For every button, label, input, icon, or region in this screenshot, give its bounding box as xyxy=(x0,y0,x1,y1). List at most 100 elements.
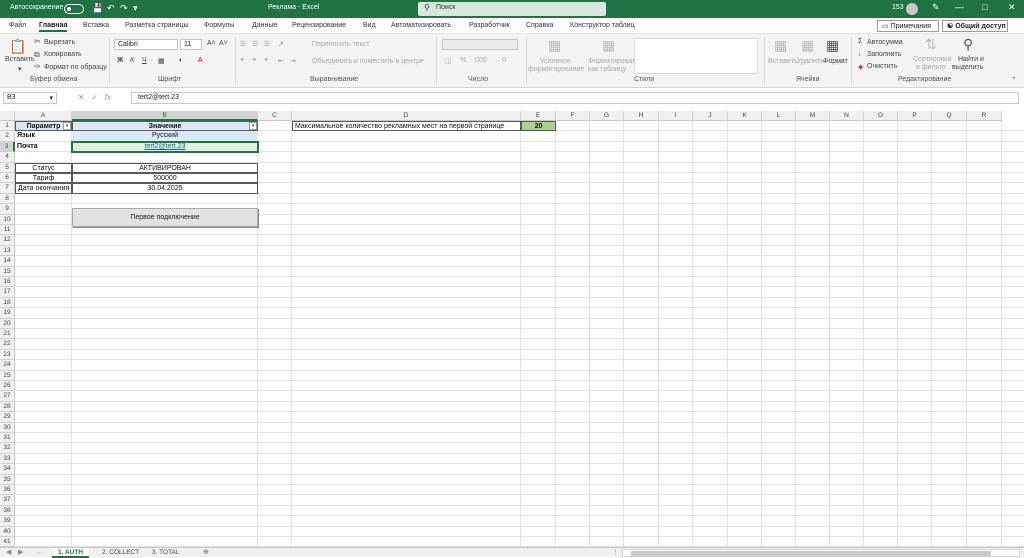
column-header-b[interactable]: B xyxy=(72,111,258,121)
row-header-12[interactable]: 12 xyxy=(0,235,15,245)
collapse-ribbon-icon[interactable]: ⌃ xyxy=(1011,76,1017,84)
comments-button[interactable]: ▭ Примечания xyxy=(877,20,939,32)
tab-home[interactable]: Главная xyxy=(39,22,67,32)
format-painter-icon[interactable]: ✑ xyxy=(34,62,41,71)
column-header-h[interactable]: H xyxy=(624,111,659,121)
fill-icon[interactable]: ↓ xyxy=(858,51,862,58)
align-bottom-icon[interactable]: ☰ xyxy=(264,40,270,48)
paste-icon[interactable]: 📋 xyxy=(9,38,26,55)
column-header-o[interactable]: O xyxy=(864,111,898,121)
row-header-3[interactable]: 3 xyxy=(0,142,15,152)
font-name-select[interactable]: Calibri xyxy=(114,39,178,50)
tab-file[interactable]: Файл xyxy=(9,22,26,29)
bold-icon[interactable]: Ж xyxy=(117,57,123,64)
italic-icon[interactable]: К xyxy=(130,57,134,64)
autosave-toggle[interactable] xyxy=(64,4,84,14)
conditional-format-icon[interactable]: ▦ xyxy=(548,37,561,54)
row-header-36[interactable]: 36 xyxy=(0,485,15,495)
minimize-icon[interactable]: — xyxy=(955,2,964,12)
avatar[interactable] xyxy=(906,3,918,15)
font-size-select[interactable]: 11 xyxy=(180,39,202,50)
name-box[interactable]: B3▾ xyxy=(3,92,57,104)
row-header-40[interactable]: 40 xyxy=(0,527,15,537)
row-header-11[interactable]: 11 xyxy=(0,225,15,235)
format-cells-icon[interactable]: ▦ xyxy=(826,37,839,54)
autosum-icon[interactable]: Σ xyxy=(858,38,862,45)
column-header-j[interactable]: J xyxy=(693,111,728,121)
underline-icon[interactable]: Ч xyxy=(142,57,147,64)
name-box-dropdown-icon[interactable]: ▾ xyxy=(49,94,53,102)
cut-icon[interactable]: ✂ xyxy=(34,37,41,46)
column-header-e[interactable]: E xyxy=(521,111,556,121)
row-header-16[interactable]: 16 xyxy=(0,277,15,287)
cut-button[interactable]: Вырезать xyxy=(44,39,75,46)
column-header-c[interactable]: C xyxy=(258,111,292,121)
row-header-15[interactable]: 15 xyxy=(0,267,15,277)
select-all-corner[interactable] xyxy=(0,111,15,121)
row-header-9[interactable]: 9 xyxy=(0,204,15,214)
number-format-select[interactable] xyxy=(442,39,518,50)
copy-icon[interactable]: ⧉ xyxy=(34,50,40,60)
cell-a3[interactable]: Почта xyxy=(15,142,72,152)
borders-icon[interactable]: ▦ xyxy=(158,57,165,65)
row-header-28[interactable]: 28 xyxy=(0,402,15,412)
tab-data[interactable]: Данные xyxy=(252,22,277,29)
tab-formulas[interactable]: Формулы xyxy=(204,22,234,29)
tab-developer[interactable]: Разработчик xyxy=(469,22,510,29)
insert-cells-button[interactable]: Вставить xyxy=(768,58,798,65)
comma-style-icon[interactable]: 000 xyxy=(475,57,487,64)
share-button[interactable]: ☯ Общий доступ xyxy=(942,20,1008,32)
grow-font-icon[interactable]: A˄ xyxy=(207,40,216,47)
cell-a2[interactable]: Язык xyxy=(15,131,72,141)
format-painter-button[interactable]: Формат по образцу xyxy=(44,64,107,71)
format-as-table-icon[interactable]: ▦ xyxy=(602,37,615,54)
column-header-l[interactable]: L xyxy=(762,111,796,121)
column-header-p[interactable]: P xyxy=(898,111,932,121)
row-header-35[interactable]: 35 xyxy=(0,475,15,485)
align-right-icon[interactable]: ≡ xyxy=(264,57,268,64)
column-header-g[interactable]: G xyxy=(590,111,624,121)
conditional-format-label-1[interactable]: Условное xyxy=(540,58,571,65)
row-header-23[interactable]: 23 xyxy=(0,350,15,360)
confirm-icon[interactable]: ✓ xyxy=(91,93,98,102)
cell-e1[interactable]: 20 xyxy=(521,121,556,131)
prev-sheet-icon[interactable]: ◀ xyxy=(6,548,11,556)
copy-button[interactable]: Копировать xyxy=(44,51,82,58)
indent-icon[interactable]: ⇤ xyxy=(278,57,284,65)
close-icon[interactable]: ✕ xyxy=(1008,2,1016,13)
sort-filter-icon[interactable]: ⇅ xyxy=(925,36,937,53)
row-header-13[interactable]: 13 xyxy=(0,246,15,256)
fill-color-icon[interactable]: ◖ xyxy=(178,57,182,64)
delete-cells-button[interactable]: Удалить xyxy=(797,58,824,65)
sort-filter-label-1[interactable]: Сортировка xyxy=(913,56,951,63)
wrap-text-button[interactable]: Переносить текст xyxy=(312,41,370,48)
row-header-21[interactable]: 21 xyxy=(0,329,15,339)
pen-icon[interactable]: ✎ xyxy=(932,2,940,13)
align-left-icon[interactable]: ≡ xyxy=(240,57,244,64)
worksheet-grid[interactable]: ABCDEFGHIJKLMNOPQR1234567891011121314151… xyxy=(0,111,1024,547)
row-header-25[interactable]: 25 xyxy=(0,371,15,381)
decimal-icon[interactable]: ←0 xyxy=(495,57,506,64)
tab-review[interactable]: Рецензирование xyxy=(292,22,346,29)
autosum-button[interactable]: Автосумма xyxy=(867,39,903,46)
cell-a5[interactable]: Статус xyxy=(15,163,72,173)
save-icon[interactable]: 💾 xyxy=(92,3,103,14)
align-center-icon[interactable]: ≡ xyxy=(252,57,256,64)
row-header-8[interactable]: 8 xyxy=(0,194,15,204)
tab-automate[interactable]: Автоматизировать xyxy=(391,22,451,29)
row-header-38[interactable]: 38 xyxy=(0,506,15,516)
format-as-table-label-2[interactable]: как таблицу xyxy=(588,66,626,73)
row-header-20[interactable]: 20 xyxy=(0,319,15,329)
column-header-q[interactable]: Q xyxy=(932,111,967,121)
row-header-14[interactable]: 14 xyxy=(0,256,15,266)
find-select-label-2[interactable]: выделить xyxy=(952,64,983,71)
more-sheets-icon[interactable]: … xyxy=(36,548,43,555)
row-header-6[interactable]: 6 xyxy=(0,173,15,183)
row-header-1[interactable]: 1 xyxy=(0,121,15,131)
percent-icon[interactable]: % xyxy=(460,57,466,64)
outdent-icon[interactable]: ⇥ xyxy=(290,57,296,65)
tab-table-design[interactable]: Конструктор таблиц xyxy=(570,22,635,29)
format-as-table-label-1[interactable]: Форматировать xyxy=(588,58,639,65)
tab-view[interactable]: Вид xyxy=(363,22,376,29)
row-header-37[interactable]: 37 xyxy=(0,495,15,505)
